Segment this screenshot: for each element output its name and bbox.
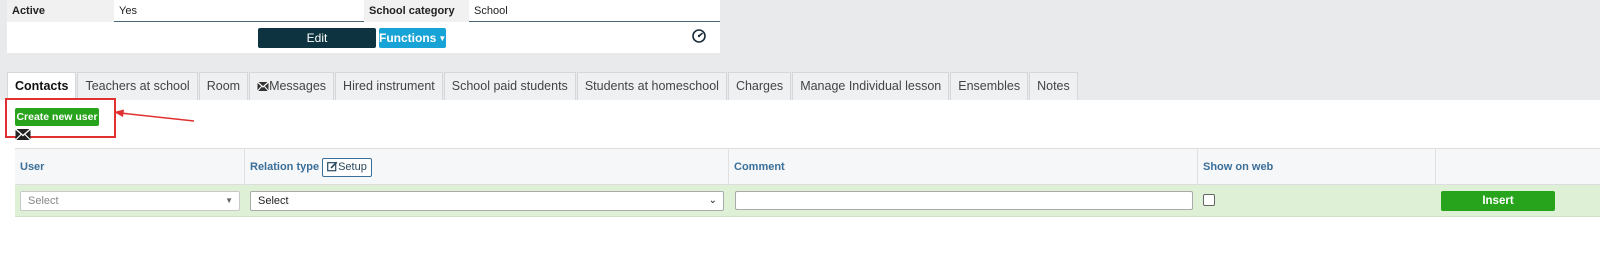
tab-notes[interactable]: Notes [1029,72,1078,100]
user-select-placeholder: Select [28,195,59,207]
show-on-web-checkbox[interactable] [1203,194,1215,206]
relation-type-column-header: Relation type Setup [245,149,729,186]
setup-button[interactable]: Setup [322,157,372,177]
actions-column-header [1436,149,1600,186]
school-category-label: School category [364,0,469,22]
table-row: Select ▼ Select ⌄ Insert [15,185,1600,217]
tab-manage-individual-lesson[interactable]: Manage Individual lesson [792,72,950,100]
school-category-value: School [474,5,508,17]
tab-charges[interactable]: Charges [727,72,792,100]
table-header: User Relation type Setup Comment Show on … [15,148,1600,186]
contacts-table: User Relation type Setup Comment Show on … [15,148,1600,218]
functions-label: Functions [379,31,437,45]
envelope-icon [257,81,269,92]
tab-students-at-homeschool[interactable]: Students at homeschool [576,72,727,100]
annotation-arrow [114,109,195,122]
show-on-web-column-header: Show on web [1198,149,1436,186]
chevron-down-icon: ⌄ [708,195,717,206]
setup-label: Setup [338,160,367,173]
tab-ensembles[interactable]: Ensembles [950,72,1029,100]
tab-contacts[interactable]: Contacts [7,72,77,100]
insert-button[interactable]: Insert [1441,191,1555,211]
school-info-card: Active Yes School category School Edit F… [7,0,720,53]
tab-messages-label: Messages [269,79,327,93]
edit-icon [327,161,338,171]
tab-hired-instrument[interactable]: Hired instrument [335,72,443,100]
info-row: Active Yes School category School [7,0,720,22]
comment-column-header: Comment [729,149,1198,186]
envelope-icon[interactable] [15,128,31,141]
caret-down-icon: ▼ [438,34,447,43]
relation-type-select[interactable]: Select ⌄ [250,191,724,211]
user-select[interactable]: Select ▼ [20,191,240,211]
tab-bar: Contacts Teachers at school Room Message… [7,72,1079,100]
tab-room[interactable]: Room [198,72,249,100]
active-label: Active [7,0,114,22]
chevron-down-icon: ▼ [225,196,233,205]
tab-school-paid-students[interactable]: School paid students [443,72,576,100]
user-column-header: User [15,149,245,186]
edit-button[interactable]: Edit [258,28,376,48]
comment-input[interactable] [735,191,1193,210]
relation-type-label: Relation type [250,161,320,173]
active-value: Yes [119,5,137,17]
tab-messages[interactable]: Messages [249,72,335,100]
relation-type-value: Select [258,195,289,207]
dashboard-gauge-icon[interactable] [692,29,706,43]
functions-dropdown-button[interactable]: Functions ▼ [379,28,446,48]
tab-teachers-at-school[interactable]: Teachers at school [77,72,198,100]
